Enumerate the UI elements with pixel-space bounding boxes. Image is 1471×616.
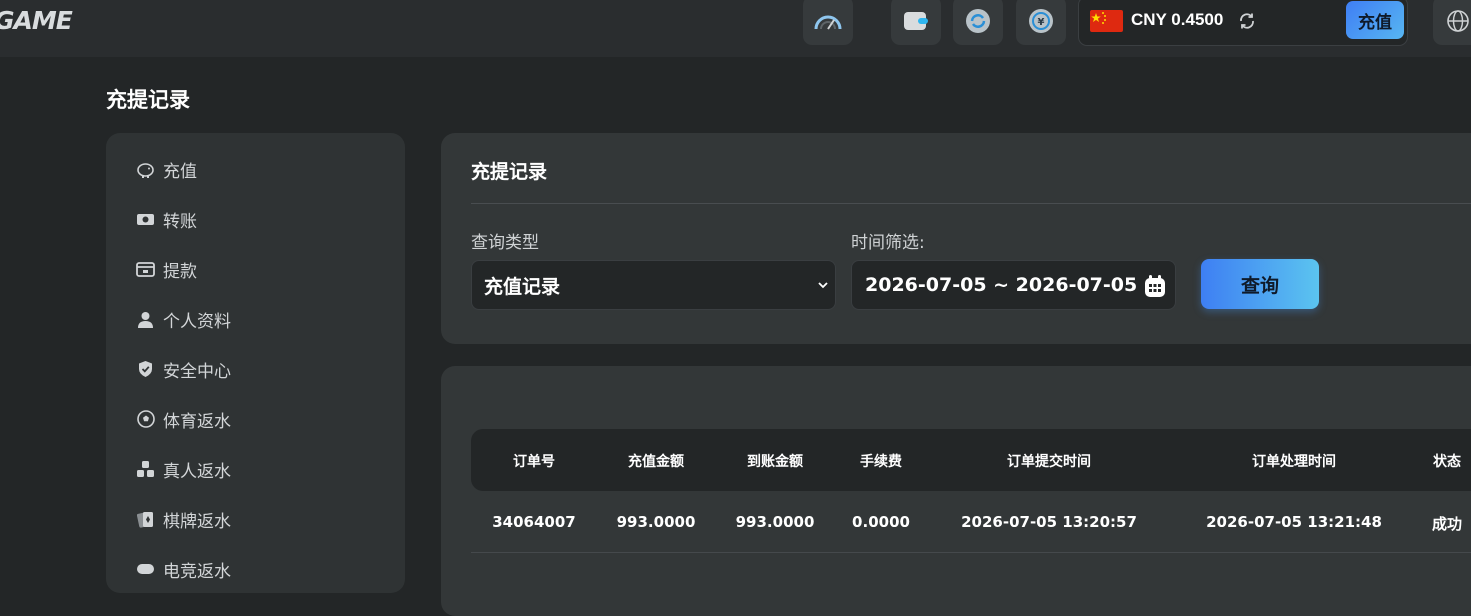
sidebar-item-profile[interactable]: 个人资料 [136,304,376,334]
submit-time-cell: 2026-07-05 13:20:57 [961,513,1137,531]
sidebar-item-sports-rebate[interactable]: 体育返水 [136,404,376,434]
cards-icon [136,510,155,529]
transfer-button[interactable] [953,0,1003,45]
globe-icon [1447,9,1469,32]
china-flag-icon [1090,10,1123,32]
query-type-label: 查询类型 [471,233,539,253]
sidebar-item-chess-rebate[interactable]: 棋牌返水 [136,504,376,534]
recharge-button[interactable]: 充值 [1346,1,1404,39]
dice-icon [136,460,155,479]
speedometer-icon [814,15,842,30]
calendar-icon[interactable] [1144,274,1166,298]
date-range-input[interactable]: 2026-07-05 ~ 2026-07-05 [851,260,1176,310]
sidebar-item-recharge[interactable]: 充值 [136,154,376,184]
page-title: 充提记录 [106,88,190,112]
order-id-cell: 34064007 [492,513,576,531]
date-range-value: 2026-07-05 ~ 2026-07-05 [865,274,1138,296]
recharge-amount-cell: 993.0000 [616,513,696,531]
sidebar-item-label: 提款 [163,261,197,282]
refresh-balance-icon[interactable] [1238,12,1256,34]
panel-title: 充提记录 [471,161,548,183]
process-time-cell: 2026-07-05 13:21:48 [1206,513,1382,531]
received-amount-cell: 993.0000 [735,513,815,531]
sidebar: 充值 转账 提款 个人资料 安全中心 体育返水 真人返水 棋牌返水 电竞返水 [106,133,405,593]
fee-cell: 0.0000 [852,513,910,531]
wallet-icon [904,11,928,30]
sidebar-item-withdraw[interactable]: 提款 [136,254,376,284]
sidebar-item-label: 真人返水 [163,461,231,482]
column-header: 订单提交时间 [1007,454,1091,470]
money-transfer-icon [136,210,155,229]
status-cell: 成功 [1431,515,1463,533]
gamepad-icon [136,560,155,579]
column-header: 手续费 [860,454,902,470]
query-button[interactable]: 查询 [1201,259,1319,309]
chevron-down-icon [818,282,828,289]
column-header: 到账金额 [747,454,803,470]
user-icon [136,310,155,329]
sidebar-item-transfer[interactable]: 转账 [136,204,376,234]
sidebar-item-label: 棋牌返水 [163,511,231,532]
records-table: 订单号 充值金额 到账金额 手续费 订单提交时间 订单处理时间 状态 34064… [441,366,1471,616]
sidebar-item-label: 转账 [163,211,197,232]
sidebar-item-label: 充值 [163,161,197,182]
shield-icon [136,360,155,379]
yuan-coin-icon: ¥ [1029,8,1053,33]
language-button[interactable] [1433,0,1471,45]
column-header: 状态 [1433,454,1461,470]
column-header: 充值金额 [628,454,684,470]
wallet-button[interactable] [891,0,941,45]
column-header: 订单处理时间 [1252,454,1336,470]
sidebar-item-live-rebate[interactable]: 真人返水 [136,454,376,484]
withdraw-icon [136,260,155,279]
panel-divider [471,203,1471,204]
time-filter-label: 时间筛选: [851,233,925,253]
balance-box: CNY 0.4500 充值 [1078,0,1408,46]
sidebar-item-label: 安全中心 [163,361,231,382]
svg-text:¥: ¥ [1038,17,1045,28]
piggy-bank-icon [136,160,155,179]
refresh-coin-icon [966,8,990,33]
balance-text: CNY 0.4500 [1131,10,1224,29]
speedometer-button[interactable] [803,0,853,45]
soccer-ball-icon [136,410,155,429]
sidebar-item-label: 电竞返水 [163,561,231,582]
query-type-value: 充值记录 [484,275,561,298]
sidebar-item-label: 体育返水 [163,411,231,432]
filter-panel: 充提记录 查询类型 充值记录 时间筛选: 2026-07-05 ~ 2026-0… [441,133,1471,344]
top-bar: GAME ¥ CNY 0.4500 充值 [0,0,1471,57]
column-header: 订单号 [513,454,555,470]
sidebar-item-security[interactable]: 安全中心 [136,354,376,384]
sidebar-item-esports-rebate[interactable]: 电竞返水 [136,554,376,584]
site-logo[interactable]: GAME [0,6,73,35]
yuan-coin-button[interactable]: ¥ [1016,0,1066,45]
sidebar-item-label: 个人资料 [163,311,231,332]
query-type-select[interactable]: 充值记录 [471,260,836,310]
row-divider [471,552,1471,553]
